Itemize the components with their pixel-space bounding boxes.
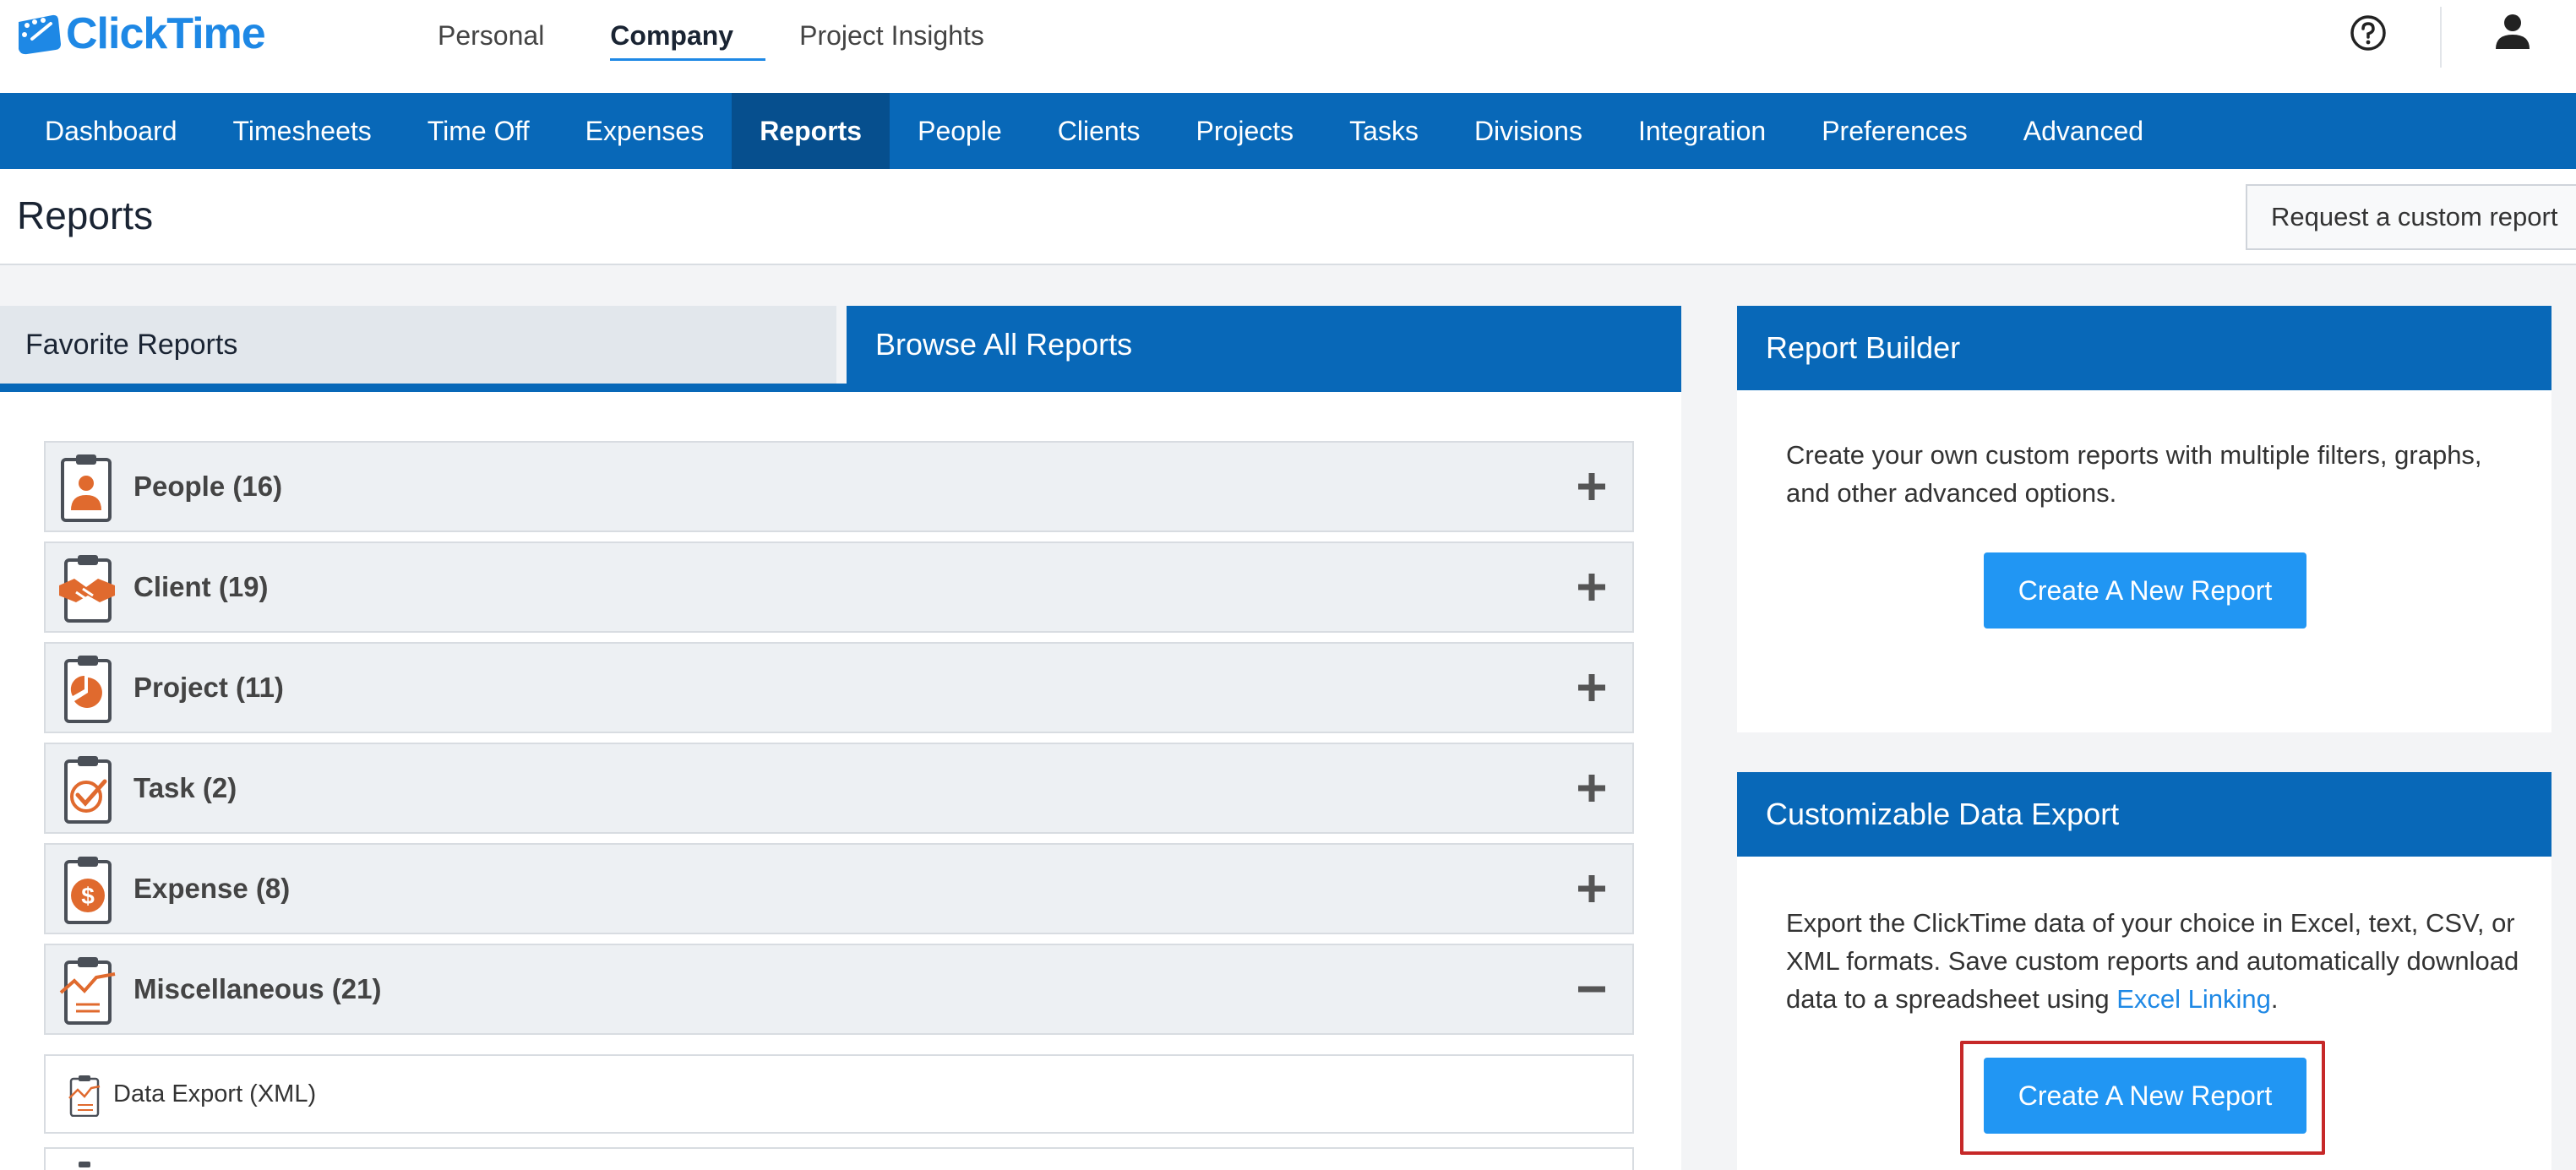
category-task[interactable]: Task (2) [44,743,1634,834]
nav-divisions[interactable]: Divisions [1446,93,1610,169]
highlight-box [1960,1041,2325,1155]
expand-plus-icon[interactable] [1573,569,1610,606]
collapse-minus-icon[interactable] [1573,971,1610,1008]
report-tabs: Favorite Reports Browse All Reports [0,306,1681,392]
nav-time-off[interactable]: Time Off [400,93,558,169]
topnav-personal[interactable]: Personal [438,0,576,71]
chart-clipboard-icon [68,1075,101,1117]
report-builder-title: Report Builder [1737,306,2551,390]
tab-favorite-reports[interactable]: Favorite Reports [0,306,836,384]
data-export-title: Customizable Data Export [1737,772,2551,857]
data-export-text-end: . [2270,984,2279,1014]
excel-linking-link[interactable]: Excel Linking [2116,984,2271,1014]
report-next-item[interactable] [44,1147,1634,1170]
report-label: Data Export (XML) [113,1080,317,1107]
data-export-description: Export the ClickTime data of your choice… [1786,904,2530,1018]
nav-tasks[interactable]: Tasks [1321,93,1446,169]
nav-preferences[interactable]: Preferences [1794,93,1996,169]
expand-plus-icon[interactable] [1573,870,1610,907]
chart-clipboard-icon [59,957,116,1025]
nav-advanced[interactable]: Advanced [1996,93,2171,169]
top-nav: Personal Company Project Insights [438,0,1050,93]
nav-expenses[interactable]: Expenses [558,93,732,169]
topnav-project-insights[interactable]: Project Insights [799,0,1016,71]
category-label: Task (2) [133,772,237,803]
nav-clients[interactable]: Clients [1030,93,1168,169]
expand-plus-icon[interactable] [1573,770,1610,807]
brand-name: ClickTime [66,9,266,58]
category-label: People (16) [133,471,283,502]
header-divider [2440,7,2442,68]
dollar-clipboard-icon: $ [64,857,112,924]
report-data-export-xml[interactable]: Data Export (XML) [44,1054,1634,1134]
checkmark-clipboard-icon [64,756,112,824]
tab-underline [0,384,1681,392]
nav-projects[interactable]: Projects [1168,93,1322,169]
category-label: Miscellaneous (21) [133,973,382,1004]
page-header: Reports Request a custom report [0,169,2576,265]
report-builder-create-button[interactable]: Create A New Report [1984,552,2306,629]
chart-clipboard-icon [79,1162,90,1167]
nav-dashboard[interactable]: Dashboard [17,93,205,169]
page-title: Reports [17,193,154,237]
person-clipboard-icon [61,454,112,522]
request-custom-report-button[interactable]: Request a custom report [2246,184,2576,250]
pie-clipboard-icon [64,656,112,723]
category-label: Client (19) [133,571,269,602]
category-label: Expense (8) [133,873,291,904]
category-expense[interactable]: $ Expense (8) [44,843,1634,934]
main-nav: Dashboard Timesheets Time Off Expenses R… [0,93,2576,169]
nav-timesheets[interactable]: Timesheets [205,93,400,169]
category-client[interactable]: Client (19) [44,541,1634,633]
category-project[interactable]: Project (11) [44,642,1634,733]
report-categories-panel: People (16) Client (19) Project (11) Tas… [0,392,1681,1170]
category-people[interactable]: People (16) [44,441,1634,532]
tab-browse-all-reports[interactable]: Browse All Reports [847,306,1681,392]
report-builder-card: Report Builder Create your own custom re… [1737,306,2551,732]
expand-plus-icon[interactable] [1573,669,1610,706]
handshake-clipboard-icon [59,555,115,623]
clicktime-logo[interactable]: ClickTime [14,8,266,59]
category-miscellaneous[interactable]: Miscellaneous (21) [44,944,1634,1035]
svg-text:$: $ [81,883,95,909]
top-bar: ClickTime Personal Company Project Insig… [0,0,2576,93]
help-icon[interactable] [2349,14,2388,52]
category-label: Project (11) [133,672,284,703]
topnav-company[interactable]: Company [610,0,765,71]
report-builder-description: Create your own custom reports with mult… [1786,440,2482,508]
nav-reports[interactable]: Reports [732,93,890,169]
nav-people[interactable]: People [890,93,1030,169]
expand-plus-icon[interactable] [1573,468,1610,505]
logo-icon [19,14,61,55]
user-account-icon[interactable] [2494,12,2531,52]
nav-integration[interactable]: Integration [1610,93,1794,169]
